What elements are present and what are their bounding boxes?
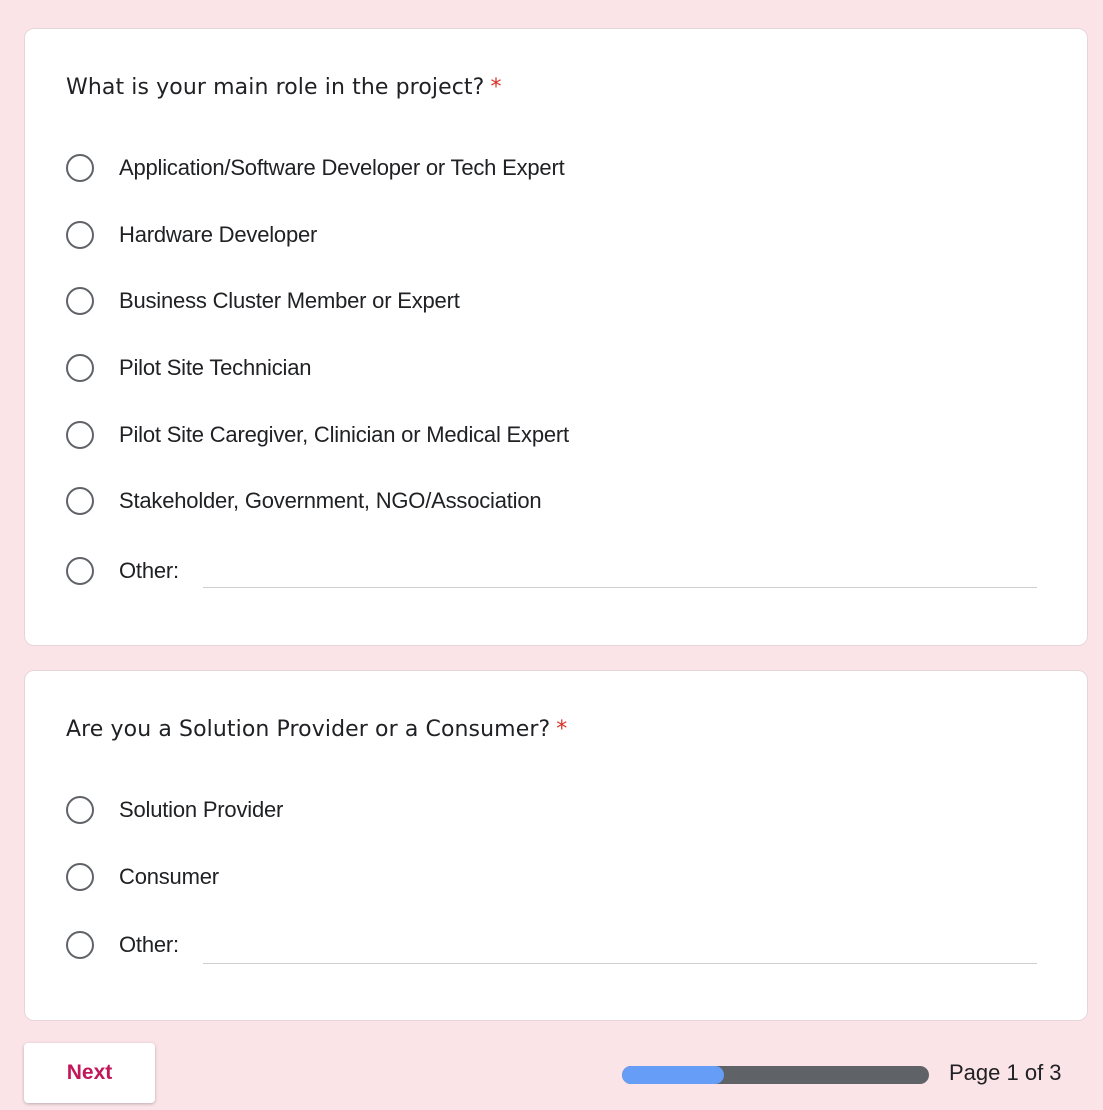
progress-bar-fill <box>622 1066 725 1084</box>
next-button[interactable]: Next <box>24 1043 155 1103</box>
progress-bar <box>622 1066 929 1084</box>
question-title: Are you a Solution Provider or a Consume… <box>66 717 567 742</box>
question-card-provider-consumer: Are you a Solution Provider or a Consume… <box>24 670 1088 1021</box>
page-indicator: Page 1 of 3 <box>949 1060 1062 1085</box>
radio-option-other[interactable]: Other: <box>66 553 179 589</box>
required-asterisk: * <box>490 75 502 100</box>
question-card-main-role: What is your main role in the project? * … <box>24 28 1088 646</box>
radio-option-software-developer[interactable]: Application/Software Developer or Tech E… <box>66 150 565 186</box>
other-text-input[interactable] <box>203 933 1037 964</box>
radio-button-icon[interactable] <box>66 154 94 182</box>
option-label-other: Other: <box>119 558 179 583</box>
option-label: Application/Software Developer or Tech E… <box>119 155 565 180</box>
question-title-text: Are you a Solution Provider or a Consume… <box>66 717 551 742</box>
radio-button-icon[interactable] <box>66 863 94 891</box>
radio-button-icon[interactable] <box>66 931 94 959</box>
option-label: Stakeholder, Government, NGO/Association <box>119 488 542 513</box>
radio-option-other[interactable]: Other: <box>66 927 179 963</box>
other-text-input[interactable] <box>203 557 1037 588</box>
radio-button-icon[interactable] <box>66 421 94 449</box>
radio-button-icon[interactable] <box>66 221 94 249</box>
radio-option-solution-provider[interactable]: Solution Provider <box>66 792 283 828</box>
radio-option-pilot-site-technician[interactable]: Pilot Site Technician <box>66 350 311 386</box>
option-label: Pilot Site Technician <box>119 355 312 380</box>
radio-button-icon[interactable] <box>66 287 94 315</box>
option-label: Hardware Developer <box>119 222 318 247</box>
option-label: Consumer <box>119 864 219 889</box>
radio-button-icon[interactable] <box>66 487 94 515</box>
option-label: Solution Provider <box>119 797 284 822</box>
radio-option-pilot-site-caregiver[interactable]: Pilot Site Caregiver, Clinician or Medic… <box>66 417 569 453</box>
radio-option-stakeholder[interactable]: Stakeholder, Government, NGO/Association <box>66 483 542 519</box>
option-label-other: Other: <box>119 932 179 957</box>
radio-option-consumer[interactable]: Consumer <box>66 859 219 895</box>
question-title: What is your main role in the project? * <box>66 75 502 100</box>
radio-option-business-cluster[interactable]: Business Cluster Member or Expert <box>66 283 460 319</box>
radio-button-icon[interactable] <box>66 557 94 585</box>
required-asterisk: * <box>556 717 568 742</box>
option-label: Business Cluster Member or Expert <box>119 288 460 313</box>
option-label: Pilot Site Caregiver, Clinician or Medic… <box>119 422 569 447</box>
radio-button-icon[interactable] <box>66 796 94 824</box>
radio-button-icon[interactable] <box>66 354 94 382</box>
question-title-text: What is your main role in the project? <box>66 75 485 100</box>
radio-option-hardware-developer[interactable]: Hardware Developer <box>66 217 317 253</box>
